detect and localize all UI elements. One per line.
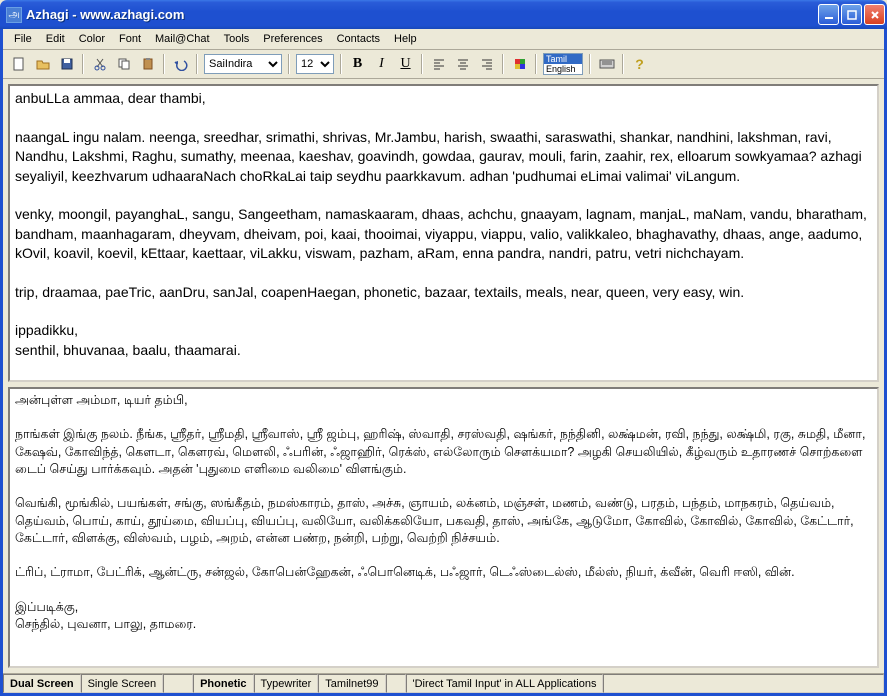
minimize-button[interactable] xyxy=(818,4,839,25)
copy-button[interactable] xyxy=(112,53,135,75)
menu-preferences[interactable]: Preferences xyxy=(256,31,329,47)
font-size-select[interactable]: 12 xyxy=(296,54,334,74)
status-gap xyxy=(386,674,406,693)
keyboard-button[interactable] xyxy=(595,53,618,75)
cut-button[interactable] xyxy=(88,53,111,75)
status-tamilnet[interactable]: Tamilnet99 xyxy=(318,674,385,693)
help-button[interactable]: ? xyxy=(628,53,651,75)
align-center-button[interactable] xyxy=(451,53,474,75)
toolbar-sep xyxy=(589,54,591,74)
status-single-screen[interactable]: Single Screen xyxy=(81,674,164,693)
menu-font[interactable]: Font xyxy=(112,31,148,47)
toolbar-sep xyxy=(196,54,198,74)
color-button[interactable] xyxy=(508,53,531,75)
status-spacer xyxy=(603,674,884,693)
new-button[interactable] xyxy=(7,53,30,75)
italic-button[interactable]: I xyxy=(370,53,393,75)
window-buttons xyxy=(818,4,885,25)
lang-english[interactable]: English xyxy=(544,64,582,74)
status-direct-input[interactable]: 'Direct Tamil Input' in ALL Applications xyxy=(406,674,604,693)
bold-button[interactable]: B xyxy=(346,53,369,75)
menubar: File Edit Color Font Mail@Chat Tools Pre… xyxy=(3,29,884,50)
menu-file[interactable]: File xyxy=(7,31,39,47)
window-title: Azhagi - www.azhagi.com xyxy=(26,7,818,22)
titlebar: அ Azhagi - www.azhagi.com xyxy=(0,0,887,29)
menu-mailchat[interactable]: Mail@Chat xyxy=(148,31,217,47)
font-name-select[interactable]: SaiIndira xyxy=(204,54,282,74)
toolbar-sep xyxy=(82,54,84,74)
toolbar-sep xyxy=(502,54,504,74)
menu-edit[interactable]: Edit xyxy=(39,31,72,47)
align-left-button[interactable] xyxy=(427,53,450,75)
toolbar: SaiIndira 12 B I U Tamil English ? xyxy=(3,50,884,79)
underline-button[interactable]: U xyxy=(394,53,417,75)
menu-tools[interactable]: Tools xyxy=(217,31,257,47)
status-typewriter[interactable]: Typewriter xyxy=(254,674,319,693)
status-dual-screen[interactable]: Dual Screen xyxy=(3,674,81,693)
language-select[interactable]: Tamil English xyxy=(543,53,583,75)
align-right-button[interactable] xyxy=(475,53,498,75)
undo-button[interactable] xyxy=(169,53,192,75)
app-icon: அ xyxy=(6,7,22,23)
lang-tamil[interactable]: Tamil xyxy=(544,54,582,64)
menu-contacts[interactable]: Contacts xyxy=(330,31,387,47)
status-phonetic[interactable]: Phonetic xyxy=(193,674,253,693)
save-button[interactable] xyxy=(55,53,78,75)
menu-color[interactable]: Color xyxy=(72,31,112,47)
toolbar-sep xyxy=(340,54,342,74)
top-editor[interactable]: anbuLLa ammaa, dear thambi, naangaL ingu… xyxy=(8,84,879,381)
open-button[interactable] xyxy=(31,53,54,75)
toolbar-sep xyxy=(288,54,290,74)
status-gap xyxy=(163,674,193,693)
maximize-button[interactable] xyxy=(841,4,862,25)
paste-button[interactable] xyxy=(136,53,159,75)
toolbar-sep xyxy=(421,54,423,74)
toolbar-sep xyxy=(163,54,165,74)
bottom-editor[interactable]: அன்புள்ள அம்மா, டியர் தம்பி, நாங்கள் இங்… xyxy=(8,387,879,669)
toolbar-sep xyxy=(535,54,537,74)
toolbar-sep xyxy=(622,54,624,74)
close-button[interactable] xyxy=(864,4,885,25)
statusbar: Dual Screen Single Screen Phonetic Typew… xyxy=(3,673,884,693)
menu-help[interactable]: Help xyxy=(387,31,424,47)
